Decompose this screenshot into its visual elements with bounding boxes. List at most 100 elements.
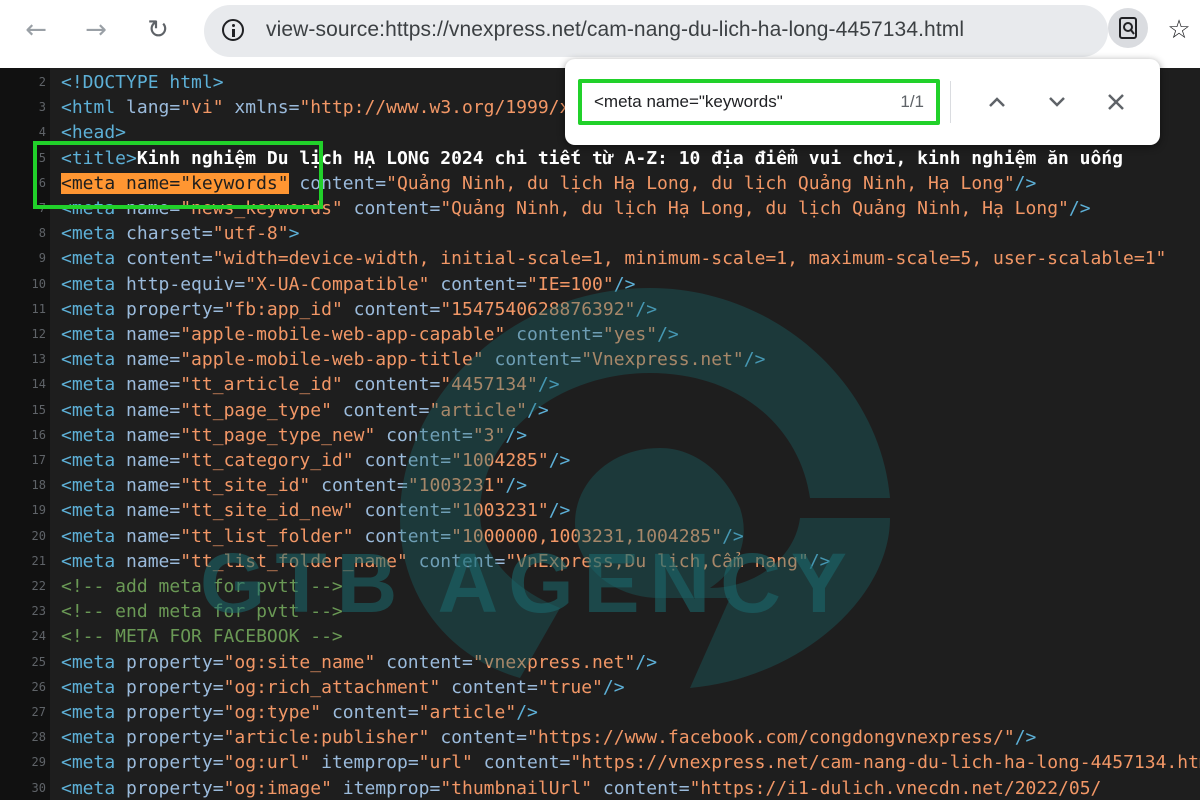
line-number: 18 xyxy=(31,478,46,493)
line-number: 26 xyxy=(31,679,46,694)
code-token: /> xyxy=(808,550,831,572)
reload-icon[interactable]: ↻ xyxy=(138,10,178,50)
source-line: 11 <meta property="fb:app_id" content="15… xyxy=(0,297,1200,322)
code-token: "1003231" xyxy=(407,475,506,497)
source-line: 17 <meta name="tt_category_id" content="1… xyxy=(0,448,1200,473)
reading-mode-button[interactable] xyxy=(1108,8,1148,48)
code-token: "utf-8" xyxy=(212,223,289,245)
code-token: /> xyxy=(1014,727,1037,749)
line-number: 14 xyxy=(31,377,46,392)
code-token: /> xyxy=(635,651,658,673)
source-code: <meta name="tt_page_type_new" content="3… xyxy=(61,423,527,448)
find-next-button[interactable] xyxy=(1037,81,1077,123)
code-token: <!-- add meta for pvtt --> xyxy=(61,576,343,597)
line-number: 12 xyxy=(31,327,46,341)
source-code: <!-- META FOR FACEBOOK --> xyxy=(61,624,343,649)
find-previous-button[interactable] xyxy=(977,81,1017,123)
code-token: <meta xyxy=(61,374,127,396)
source-code: <!-- add meta for pvtt --> xyxy=(61,574,343,599)
code-token: /> xyxy=(613,273,636,295)
find-query[interactable]: <meta name="keywords" xyxy=(594,92,783,112)
code-token: content= xyxy=(321,702,419,723)
code-token: content= xyxy=(310,475,408,497)
bookmark-star-icon[interactable]: ☆ xyxy=(1162,10,1196,50)
source-line: 28 <meta property="article:publisher" con… xyxy=(0,725,1200,750)
code-token: content= xyxy=(342,374,441,396)
code-token: <meta xyxy=(61,777,127,799)
line-number: 7 xyxy=(38,201,46,215)
chevron-down-icon xyxy=(1049,97,1065,107)
code-token: content= xyxy=(288,172,387,194)
code-token: "tt_list_folder" xyxy=(180,525,354,547)
source-line: 26 <meta property="og:rich_attachment" co… xyxy=(0,675,1200,700)
find-close-button[interactable] xyxy=(1096,81,1136,123)
site-info-icon[interactable] xyxy=(222,19,244,41)
source-line: 12 <meta name="apple-mobile-web-app-capab… xyxy=(0,322,1200,347)
code-token: <meta xyxy=(61,450,127,471)
code-token: content= xyxy=(126,248,213,270)
code-token: /> xyxy=(505,475,528,497)
source-line: 19 <meta name="tt_site_id_new" content="1… xyxy=(0,498,1200,523)
code-token: <meta xyxy=(61,248,127,270)
code-token: "tt_site_id" xyxy=(180,475,311,497)
code-token: > xyxy=(288,223,300,245)
code-token: "https://www.facebook.com/congdongvnexpr… xyxy=(527,727,1015,749)
code-token: name= xyxy=(126,198,181,219)
line-number: 24 xyxy=(31,629,46,644)
code-token: <head> xyxy=(61,122,127,144)
code-token: <meta xyxy=(61,298,127,320)
code-token: property= xyxy=(126,651,224,673)
line-number: 2 xyxy=(38,75,46,89)
code-token: "apple-mobile-web-app-capable" xyxy=(180,324,506,345)
code-token: <meta xyxy=(61,223,127,245)
code-token: <html xyxy=(61,97,127,119)
source-code: <meta name="keywords" content="Quảng Nin… xyxy=(61,171,1036,196)
code-token: <meta xyxy=(61,424,127,446)
code-token: /> xyxy=(516,702,538,723)
code-token: property= xyxy=(126,676,224,698)
line-number: 6 xyxy=(38,175,46,190)
back-arrow-icon[interactable]: ← xyxy=(16,10,56,50)
code-token: content= xyxy=(429,273,528,295)
code-token: "4457134" xyxy=(440,374,538,396)
code-token: "og:url" xyxy=(223,752,311,774)
forward-arrow-icon[interactable]: → xyxy=(76,10,116,50)
line-number: 28 xyxy=(31,730,46,745)
code-token: itemprop= xyxy=(331,777,441,799)
address-url[interactable]: view-source:https://vnexpress.net/cam-na… xyxy=(266,18,964,42)
code-token: /> xyxy=(602,676,625,698)
line-number: 15 xyxy=(31,402,46,417)
source-code: <head> xyxy=(61,120,126,145)
code-token: <meta xyxy=(61,500,127,522)
code-token: content= xyxy=(375,651,473,673)
code-token: <meta xyxy=(61,198,127,219)
browser-toolbar: ← → ↻ view-source:https://vnexpress.net/… xyxy=(0,0,1200,68)
source-line: 7 <meta name="news_keywords" content="Quả… xyxy=(0,196,1200,221)
find-match-count: 1/1 xyxy=(900,92,924,111)
code-token: "news_keywords" xyxy=(180,198,343,219)
code-token: "https://i1-dulich.vnecdn.net/2022/05/ xyxy=(689,777,1102,799)
code-token: "Quảng Ninh, du lịch Hạ Long, du lịch Qu… xyxy=(386,172,1015,194)
code-token: name= xyxy=(126,374,181,396)
line-number: 30 xyxy=(31,780,46,795)
find-input[interactable]: <meta name="keywords" 1/1 xyxy=(578,79,940,125)
line-number: 25 xyxy=(31,654,46,669)
source-line: 18 <meta name="tt_site_id" content="10032… xyxy=(0,473,1200,498)
code-token: "X-UA-Compatible" xyxy=(245,273,430,295)
address-bar[interactable]: view-source:https://vnexpress.net/cam-na… xyxy=(204,5,1108,57)
source-line: 13 <meta name="apple-mobile-web-app-title… xyxy=(0,347,1200,372)
code-token: <!DOCTYPE html> xyxy=(61,72,224,93)
line-number: 21 xyxy=(31,553,46,568)
source-code: <meta http-equiv="X-UA-Compatible" conte… xyxy=(61,272,635,297)
close-icon xyxy=(1108,94,1124,110)
source-code: <meta name="news_keywords" content="Quản… xyxy=(61,196,1091,221)
code-token: name= xyxy=(126,525,181,547)
code-token: lang= xyxy=(126,97,181,119)
line-number: 9 xyxy=(38,251,46,266)
code-token: "Vnexpress.net" xyxy=(581,349,744,371)
source-code: <html lang="vi" xmlns="http://www.w3.org… xyxy=(61,95,635,120)
line-number: 27 xyxy=(31,705,46,719)
code-token: <meta xyxy=(61,324,127,345)
line-number: 29 xyxy=(31,755,46,770)
code-token: "tt_site_id_new" xyxy=(180,500,354,522)
